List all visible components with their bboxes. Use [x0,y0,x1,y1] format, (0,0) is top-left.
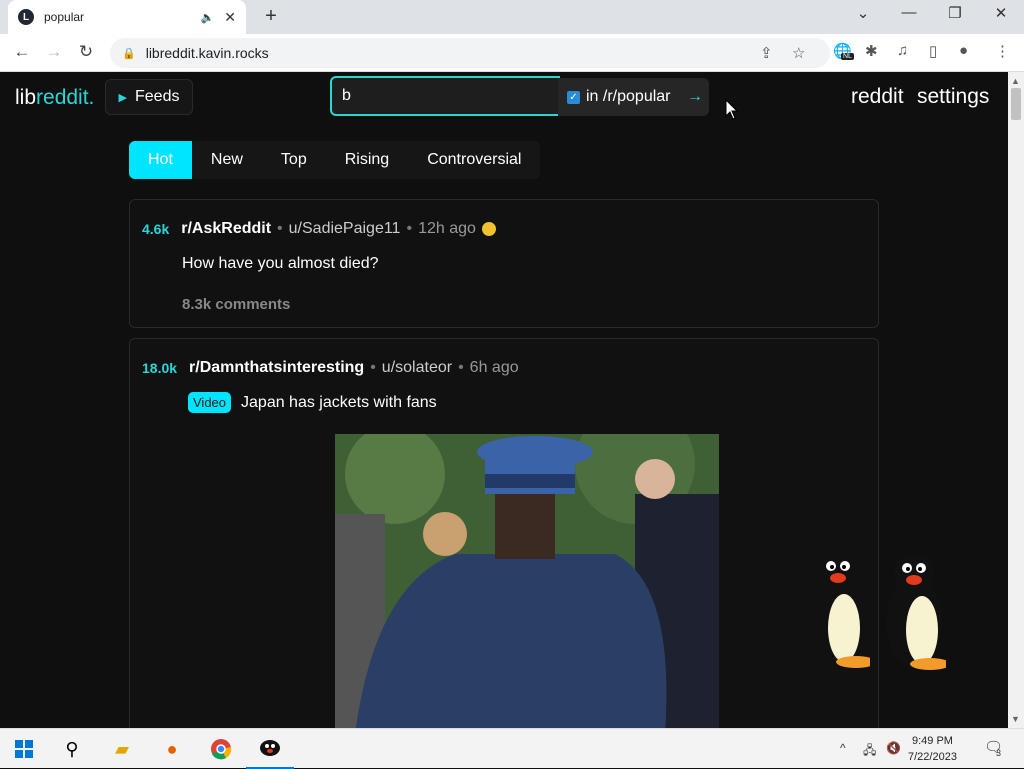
reload-button[interactable]: ↻ [75,42,97,62]
show-hidden-icons-chevron[interactable]: ^ [840,741,846,755]
speaker-icon[interactable]: 🔈 [201,11,215,24]
separator-dot: • [370,359,376,376]
feeds-button[interactable]: ▶ Feeds [105,79,193,115]
separator-dot: • [458,359,464,376]
profile-avatar-icon[interactable]: ● [959,42,968,59]
separator-dot: • [277,220,283,237]
flair-badge[interactable]: Video [188,392,232,413]
scroll-up-arrow[interactable]: ▲ [1011,76,1020,86]
menu-icon[interactable]: ⋮ [995,42,1010,60]
tab-top[interactable]: Top [262,141,326,179]
favicon-icon: L [18,9,34,25]
site-logo[interactable]: libreddit. [15,86,94,110]
search-icon[interactable]: ⚲ [48,729,96,769]
comments-link[interactable]: 8.3k comments [182,296,290,313]
new-tab-button[interactable]: + [260,5,282,27]
post-card[interactable]: 18.0k r/Damnthatsinteresting • u/solateo… [129,338,879,728]
tab-title: popular [44,10,85,24]
triangle-right-icon: ▶ [118,91,127,104]
tab-rising[interactable]: Rising [326,141,408,179]
volume-muted-icon[interactable]: 🔇 [886,741,901,755]
video-frame-illustration [335,434,719,728]
subreddit-link[interactable]: r/AskReddit [181,220,271,238]
file-explorer-icon[interactable]: ▰ [98,729,146,769]
mouse-cursor-icon [725,99,739,120]
sort-tabs: Hot New Top Rising Controversial [129,141,541,179]
post-meta: 18.0k r/Damnthatsinteresting • u/solateo… [142,359,519,377]
clock[interactable]: 9:49 PM 7/22/2023 [908,733,957,765]
browser-toolbar: ← → ↻ 🔒 libreddit.kavin.rocks ⇪ ☆ 🌐 NL ✱ … [0,34,1024,72]
tab-hot[interactable]: Hot [129,141,192,179]
page-scrollbar[interactable]: ▲ ▼ [1008,72,1024,728]
post-time: 6h ago [469,359,519,376]
reddit-link[interactable]: reddit [851,85,904,109]
search-submit-button[interactable]: → [681,78,709,116]
address-bar[interactable]: 🔒 libreddit.kavin.rocks ⇪ ☆ [110,38,830,68]
url-text[interactable]: libreddit.kavin.rocks [146,45,269,61]
post-score: 18.0k [142,360,178,376]
minimize-button[interactable]: — [897,4,921,21]
post-card[interactable]: 4.6k r/AskReddit • u/SadiePaige11 • 12h … [129,199,879,328]
penguin-sticker-right [886,554,946,670]
post-title[interactable]: Japan has jackets with fans [241,394,437,411]
bookmark-star-icon[interactable]: ☆ [792,44,805,62]
award-icon [481,222,496,236]
post-time: 12h ago [418,220,476,237]
brand-reddit: reddit. [36,86,95,109]
browser-tab[interactable]: L popular 🔈 ✕ [8,0,246,34]
chrome-logo-icon [211,739,232,760]
separator-dot: • [406,220,413,237]
extensions-icon[interactable]: ✱ [865,42,878,60]
maximize-button[interactable]: ❐ [943,4,967,22]
post-video-thumbnail[interactable] [335,434,719,728]
notification-center-icon[interactable]: 🗨 3 [984,738,1003,758]
settings-link[interactable]: settings [917,85,989,109]
search-input[interactable]: b [330,76,560,116]
tab-controversial[interactable]: Controversial [408,141,540,179]
media-control-icon[interactable]: ♫ [897,42,908,59]
post-title[interactable]: How have you almost died? [182,255,379,273]
firefox-icon[interactable]: ● [148,729,196,769]
close-icon[interactable]: ✕ [224,9,236,26]
translate-extension-icon[interactable]: 🌐 NL [833,42,854,60]
chrome-icon[interactable] [197,729,245,769]
author-link[interactable]: u/SadiePaige11 [289,220,401,238]
start-button[interactable] [0,729,48,769]
author-link[interactable]: u/solateor [382,359,452,377]
scroll-down-arrow[interactable]: ▼ [1011,714,1020,724]
lock-icon[interactable]: 🔒 [122,47,136,60]
browser-tabstrip: L popular 🔈 ✕ + ⌄ — ❐ ✕ [0,0,1024,34]
restrict-subreddit-toggle[interactable]: ✓ in /r/popular [558,78,681,116]
penguin-icon [260,740,280,756]
network-icon[interactable]: 🖧 [863,741,876,762]
forward-button[interactable]: → [43,42,65,62]
clock-date: 7/22/2023 [908,751,957,763]
page-content: libreddit. ▶ Feeds b ✓ in /r/popular → r… [0,72,1008,728]
side-panel-icon[interactable]: ▯ [929,42,937,60]
window-close-button[interactable]: ✕ [989,4,1013,22]
feeds-label: Feeds [135,88,180,105]
extension-badge: NL [841,53,854,60]
penguin-sticker-left [810,552,870,668]
back-button[interactable]: ← [11,42,33,62]
post-title-row: Video Japan has jackets with fans [188,392,437,413]
notification-count: 3 [996,748,1002,758]
windows-logo-icon [15,740,33,758]
restrict-label: in /r/popular [586,88,671,105]
tab-new[interactable]: New [192,141,262,179]
windows-taskbar: ⚲ ▰ ● ^ 🖧 🔇 9:49 PM 7/22/2023 🗨 3 [0,728,1024,769]
subreddit-link[interactable]: r/Damnthatsinteresting [189,359,364,377]
tab-search-icon[interactable]: ⌄ [851,4,875,22]
post-meta: 4.6k r/AskReddit • u/SadiePaige11 • 12h … [142,220,496,238]
brand-lib: lib [15,86,37,109]
clock-time: 9:49 PM [911,735,953,747]
checkbox-checked-icon[interactable]: ✓ [567,90,580,104]
share-icon[interactable]: ⇪ [760,44,773,62]
post-score: 4.6k [142,221,170,237]
pingu-app-icon[interactable] [246,729,294,769]
scroll-thumb[interactable] [1011,88,1021,120]
